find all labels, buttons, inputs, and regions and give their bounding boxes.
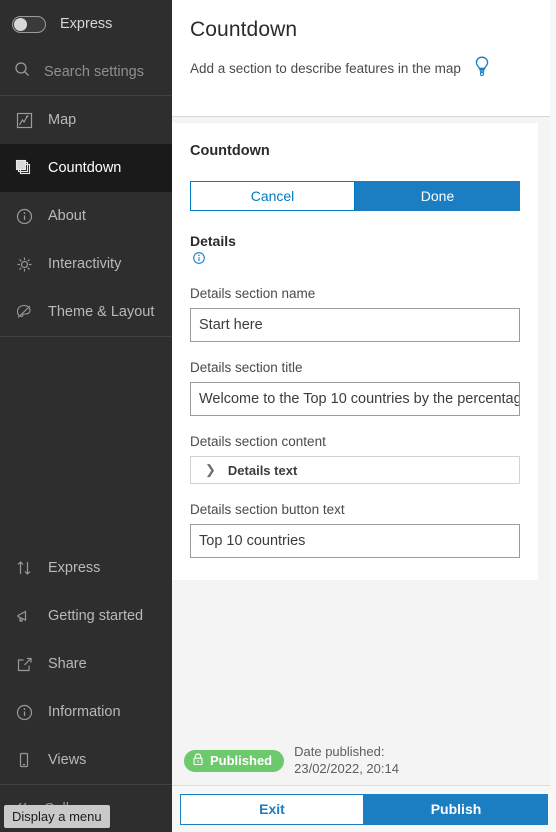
cancel-button[interactable]: Cancel [190,181,355,211]
exit-button[interactable]: Exit [180,793,364,825]
sidebar-item-label: Share [48,656,87,672]
toggle-knob [14,17,27,31]
details-text-label: Details text [227,462,298,478]
lock-icon [192,752,204,769]
sidebar-bottom-nav: Express Getting started Share Informatio… [0,544,172,832]
sort-arrows-icon [14,558,34,578]
sidebar-item-label: Theme & Layout [48,304,155,320]
sidebar-item-countdown[interactable]: Countdown [0,144,172,192]
field-details-section-name: Details section name Start here [190,286,520,342]
sidebar-item-about[interactable]: About [0,192,172,240]
sidebar-item-label: Getting started [48,608,144,624]
sidebar-item-views[interactable]: Views [0,736,172,784]
sidebar-item-getting-started[interactable]: Getting started [0,592,172,640]
info-circle-icon [14,206,34,226]
mobile-icon [14,750,34,770]
publish-button[interactable]: Publish [364,793,548,825]
right-edge-strip [550,0,556,832]
sidebar-item-label: Map [48,112,77,128]
tooltip-display-a-menu: Display a menu [4,805,110,828]
megaphone-icon [14,606,34,626]
sidebar-nav: Map Countdown About Interactivity Theme … [0,96,172,336]
settings-scroll-area[interactable]: Countdown Cancel Done Details Details se… [172,117,556,736]
info-circle-icon [14,702,34,722]
field-label: Details section button text [190,502,345,517]
status-badge: Published [184,749,285,772]
field-details-section-button-text: Details section button text Top 10 count… [190,502,520,558]
express-toggle-label: Express [60,16,113,32]
map-icon [14,110,34,130]
field-details-section-title: Details section title Welcome to the Top… [190,360,520,416]
details-section-heading: Details [190,233,236,249]
panel-subtitle: Add a section to describe features in th… [190,61,461,76]
main-panel: Countdown Add a section to describe feat… [172,0,556,832]
panel-header: Countdown Add a section to describe feat… [172,0,556,117]
search-icon [14,61,30,82]
sidebar-item-express[interactable]: Express [0,544,172,592]
footer-bar: Exit Publish [172,786,556,832]
search-settings-row[interactable]: Search settings [0,48,172,96]
sidebar-item-label: About [48,208,86,224]
sidebar-item-information[interactable]: Information [0,688,172,736]
publish-date-value: 23/02/2022, 20:14 [294,760,399,776]
panel-subtitle-row: Add a section to describe features in th… [190,54,538,85]
sidebar-item-interactivity[interactable]: Interactivity [0,240,172,288]
card-title: Countdown [190,143,270,159]
field-label: Details section title [190,360,303,375]
search-input[interactable]: Search settings [44,64,144,80]
sidebar: Express Search settings Map Countdown Ab… [0,0,172,832]
field-details-section-content: Details section content ❯ Details text [190,434,520,484]
sidebar-item-label: Express [48,560,101,576]
status-badge-label: Published [210,753,273,768]
footer-buttons: Exit Publish [180,793,548,825]
palette-icon [14,302,34,322]
lightbulb-icon[interactable] [471,54,493,85]
share-icon [14,654,34,674]
sidebar-item-label: Information [48,704,121,720]
app-window: Express Search settings Map Countdown Ab… [0,0,556,832]
sidebar-item-label: Interactivity [48,256,122,272]
info-icon[interactable] [192,252,520,268]
publish-status-bar: Published Date published: 23/02/2022, 20… [172,736,556,786]
gear-icon [14,254,34,274]
page-title: Countdown [190,18,298,41]
publish-date-label: Date published: [294,744,385,760]
sidebar-item-map[interactable]: Map [0,96,172,144]
done-button[interactable]: Done [355,181,520,211]
express-toggle-switch[interactable] [12,15,46,33]
layers-icon [14,158,34,178]
field-label: Details section content [190,434,326,449]
sidebar-item-share[interactable]: Share [0,640,172,688]
details-section-button-text-input[interactable]: Top 10 countries [190,524,520,558]
details-section-name-input[interactable]: Start here [190,308,520,342]
chevron-right-icon: ❯ [205,462,216,477]
sidebar-item-theme-layout[interactable]: Theme & Layout [0,288,172,336]
details-section-title-input[interactable]: Welcome to the Top 10 countries by the p… [190,382,520,416]
publish-date: Date published: 23/02/2022, 20:14 [294,744,399,777]
sidebar-item-label: Countdown [48,160,122,176]
card-action-buttons: Cancel Done [190,181,520,211]
countdown-settings-card: Countdown Cancel Done Details Details se… [172,123,538,580]
field-label: Details section name [190,286,316,301]
express-toggle-row[interactable]: Express [0,0,172,48]
details-text-collapsible[interactable]: ❯ Details text [190,456,520,484]
sidebar-item-label: Views [48,752,87,768]
